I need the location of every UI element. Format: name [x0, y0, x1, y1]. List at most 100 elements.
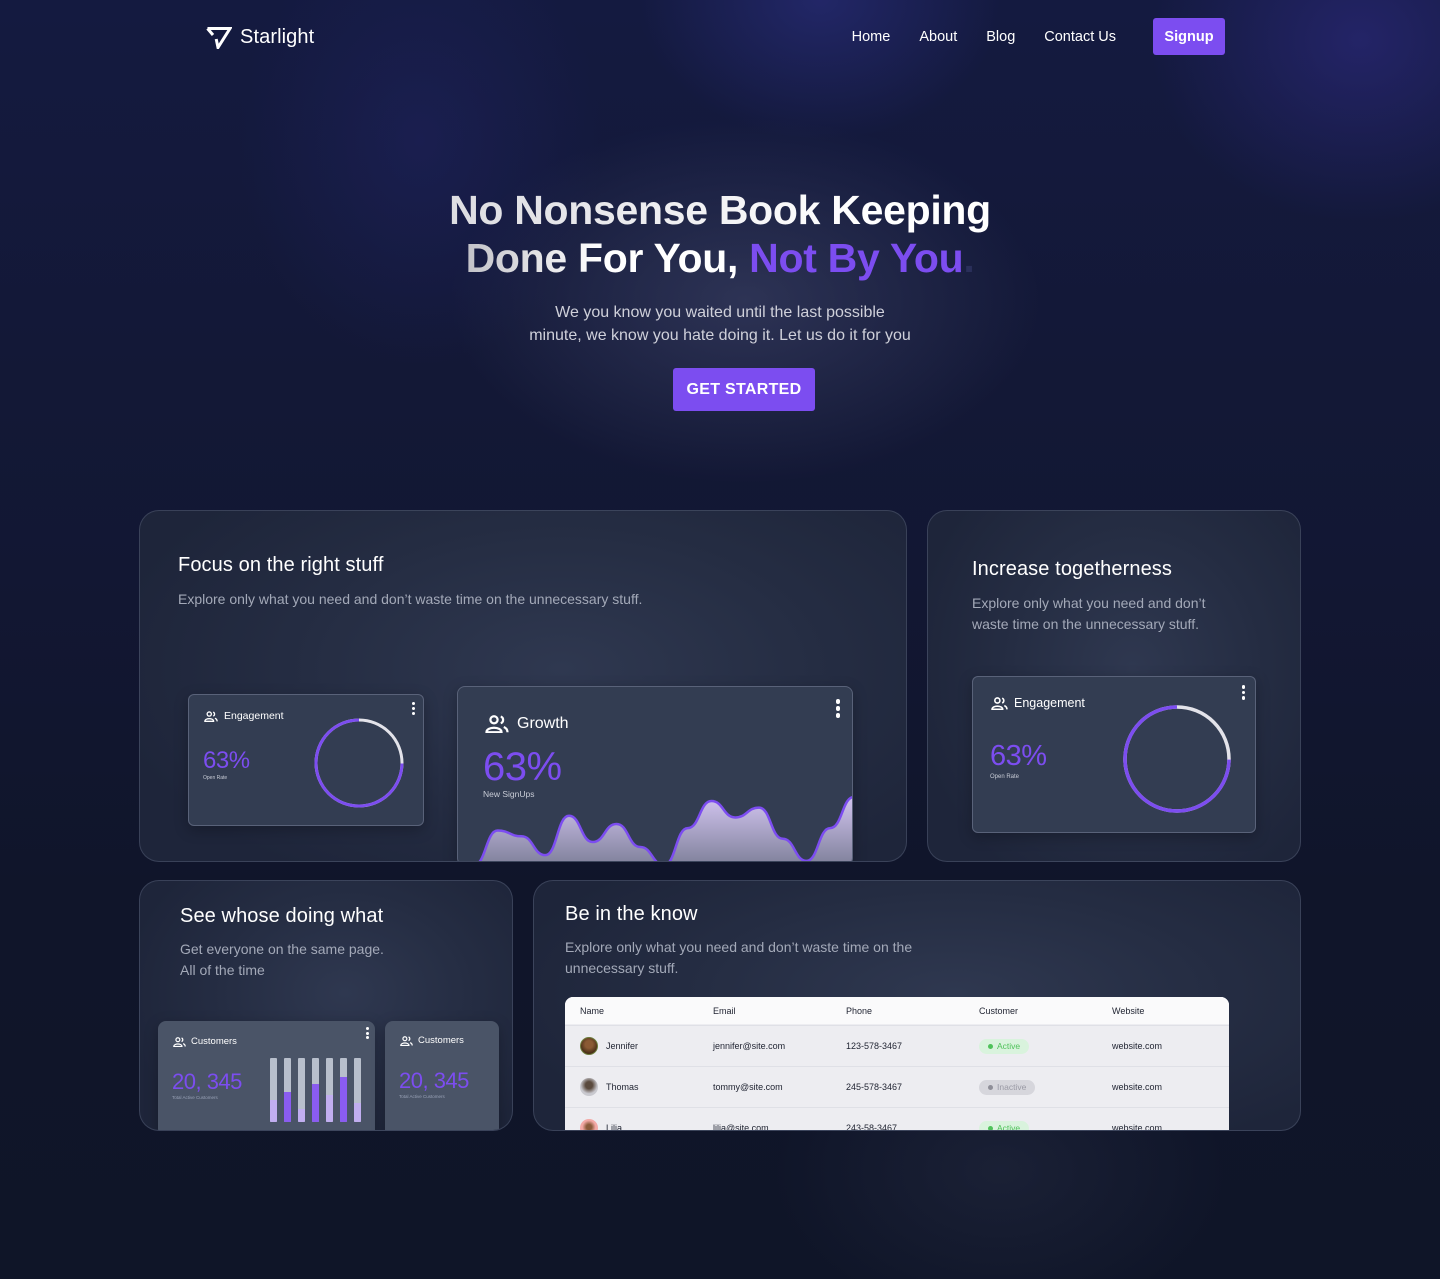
hero-title-dot: .: [963, 235, 975, 281]
row-email[interactable]: tommy@site.com: [713, 1082, 783, 1092]
feature-title: See whose doing what: [180, 905, 384, 927]
hero-subtitle-line1: We you know you waited until the last po…: [555, 304, 885, 321]
feature-card-focus: Focus on the right stuff Explore only wh…: [139, 510, 907, 862]
status-text: Inactive: [997, 1082, 1027, 1092]
avatar: [580, 1037, 598, 1055]
column-header-customer[interactable]: Customer: [979, 1006, 1018, 1016]
feature-description-line2: All of the time: [180, 962, 265, 978]
users-icon: [485, 715, 509, 733]
table-header-row: Name Email Phone Customer Website: [565, 997, 1229, 1024]
status-text: Active: [997, 1041, 1021, 1051]
widget-value: 20, 345: [399, 1068, 469, 1093]
engagement-donut-chart: [314, 718, 404, 808]
row-email[interactable]: jennifer@site.com: [713, 1041, 785, 1051]
customer-bar: [298, 1058, 305, 1122]
avatar: [580, 1119, 598, 1130]
feature-title: Increase togetherness: [972, 558, 1173, 580]
status-dot-icon: [988, 1043, 993, 1049]
status-text: Active: [997, 1123, 1021, 1131]
get-started-button[interactable]: GET STARTED: [673, 368, 815, 411]
nav-link-about[interactable]: About: [919, 29, 957, 45]
brand-name: Starlight: [240, 26, 315, 48]
column-header-email[interactable]: Email: [713, 1006, 736, 1016]
table-row[interactable]: Thomas tommy@site.com 245-578-3467 Inact…: [565, 1066, 1229, 1107]
customers-bar-chart: [270, 1058, 361, 1122]
customer-bar: [312, 1058, 319, 1122]
users-icon: [400, 1035, 413, 1046]
feature-description: Explore only what you need and don’t was…: [178, 591, 643, 607]
column-header-phone[interactable]: Phone: [846, 1006, 872, 1016]
hero-subtitle-line2: minute, we know you hate doing it. Let u…: [529, 327, 911, 344]
status-badge: Inactive: [979, 1079, 1036, 1095]
widget-menu-button[interactable]: [412, 702, 415, 715]
feature-description-line1: Explore only what you need and don’t was…: [565, 939, 913, 955]
signup-button[interactable]: Signup: [1153, 18, 1225, 55]
customers-table: Name Email Phone Customer Website Jennif…: [565, 997, 1229, 1131]
row-name: Lilia: [606, 1123, 623, 1131]
customer-bar-fill: [298, 1109, 305, 1122]
row-website[interactable]: website.com: [1112, 1082, 1162, 1092]
feature-description-line2: unnecessary stuff.: [565, 960, 679, 976]
growth-widget: Growth 63% New SignUps: [457, 686, 853, 861]
status-dot-icon: [988, 1125, 993, 1130]
nav-link-blog[interactable]: Blog: [986, 29, 1015, 45]
customer-bar-fill: [354, 1102, 361, 1122]
widget-menu-button[interactable]: [366, 1027, 369, 1039]
nav-link-contact[interactable]: Contact Us: [1044, 29, 1116, 45]
avatar: [580, 1078, 598, 1096]
status-badge: Active: [979, 1038, 1030, 1054]
customer-bar: [354, 1058, 361, 1122]
widget-label: Total Active Customers: [172, 1095, 218, 1100]
widget-title: Customers: [418, 1035, 464, 1046]
table-row[interactable]: Lilia lilia@site.com 243-58-3467 Active …: [565, 1107, 1229, 1131]
widget-value: 63%: [990, 740, 1047, 772]
hero-title-accent: Not By You: [749, 235, 964, 281]
row-website[interactable]: website.com: [1112, 1123, 1162, 1130]
customers-widget-secondary: Customers 20, 345 Total Active Customers: [385, 1021, 499, 1130]
row-name: Thomas: [606, 1082, 639, 1092]
feature-description-line2: waste time on the unnecessary stuff.: [972, 616, 1199, 632]
customer-bar-fill: [284, 1091, 291, 1122]
widget-title: Engagement: [224, 710, 284, 722]
users-icon: [991, 696, 1008, 710]
row-website[interactable]: website.com: [1112, 1041, 1162, 1051]
customer-bar: [270, 1058, 277, 1122]
feature-description: Explore only what you need and don’t was…: [565, 937, 912, 979]
hero-title-line1: No Nonsense Book Keeping: [0, 186, 1440, 234]
users-icon: [204, 710, 218, 722]
nav-link-home[interactable]: Home: [852, 29, 891, 45]
table-row[interactable]: Jennifer jennifer@site.com 123-578-3467 …: [565, 1025, 1229, 1066]
widget-title: Growth: [517, 715, 569, 732]
status-dot-icon: [988, 1084, 993, 1090]
feature-title: Be in the know: [565, 903, 698, 925]
feature-description: Explore only what you need and don’t was…: [972, 593, 1206, 635]
hero-title-line2-start: Done For You,: [465, 235, 739, 281]
hero-subtitle: We you know you waited until the last po…: [0, 301, 1440, 347]
feature-card-know: Be in the know Explore only what you nee…: [533, 880, 1301, 1131]
widget-title: Customers: [191, 1036, 237, 1047]
brand-logo[interactable]: Starlight: [206, 26, 314, 49]
engagement-donut-chart: [1123, 705, 1231, 813]
customer-bar-fill: [326, 1095, 333, 1122]
column-header-website[interactable]: Website: [1112, 1006, 1144, 1016]
landing-page: Starlight Home About Blog Contact Us Sig…: [0, 0, 1440, 1279]
widget-value: 63%: [203, 747, 250, 774]
column-header-name[interactable]: Name: [580, 1006, 604, 1016]
row-email[interactable]: lilia@site.com: [713, 1123, 769, 1130]
row-phone: 245-578-3467: [846, 1082, 903, 1092]
widget-label: Total Active Customers: [399, 1094, 445, 1099]
main-nav: Home About Blog Contact Us Signup: [852, 18, 1225, 55]
feature-description: Get everyone on the same page. All of th…: [180, 939, 384, 981]
widget-menu-button[interactable]: [835, 699, 840, 718]
feature-title: Focus on the right stuff: [178, 554, 384, 576]
engagement-widget: Engagement 63% Open Rate: [188, 694, 424, 826]
feature-description-line1: Explore only what you need and don’t: [972, 595, 1206, 611]
feature-description-line1: Get everyone on the same page.: [180, 941, 384, 957]
starlight-logo-icon: [206, 26, 232, 49]
customer-bar-fill: [270, 1099, 277, 1122]
customers-widget: Customers 20, 345 Total Active Customers: [158, 1021, 375, 1130]
widget-menu-button[interactable]: [1241, 685, 1245, 700]
customer-bar-fill: [312, 1084, 319, 1122]
widget-label: Open Rate: [990, 774, 1020, 780]
customer-bar: [284, 1058, 291, 1122]
